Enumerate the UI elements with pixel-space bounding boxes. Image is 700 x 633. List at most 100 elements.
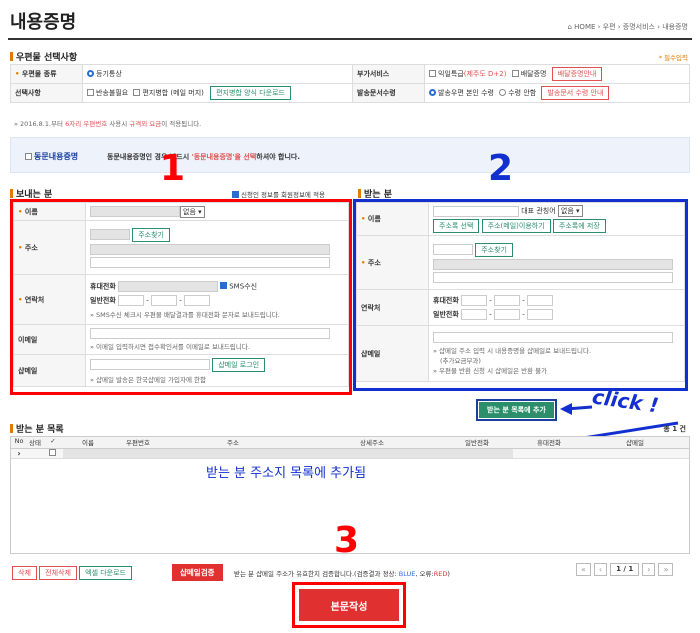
type-value[interactable]: 등기통상 xyxy=(82,64,353,84)
sender-addr-search-button[interactable]: 주소찾기 xyxy=(132,227,170,242)
receive-guide-button[interactable]: 발송문서 수령 안내 xyxy=(541,86,610,100)
required-note: * 필수입력 xyxy=(658,54,688,62)
table-row[interactable]: › xyxy=(11,449,689,459)
receiver-addr-detail-input[interactable] xyxy=(433,271,673,283)
sender-phone-3[interactable] xyxy=(183,294,210,306)
sender-shmail-label: 샵메일 xyxy=(13,354,86,387)
sender-phone-2[interactable] xyxy=(150,294,177,306)
sender-contact-label: • 연락처 xyxy=(13,274,86,325)
receiver-zip-input[interactable] xyxy=(433,244,473,255)
radio-on-icon[interactable] xyxy=(429,89,436,96)
prev-page-icon[interactable]: ‹ xyxy=(593,563,608,576)
receive-cell: 발송우편 본인 수령 수령 안함 발송문서 수령 안내 xyxy=(424,83,690,103)
extra-cell: 익일특급(제주도 D+2) 배달증명 배달증명안내 xyxy=(424,64,690,84)
receiver-shmail-cell: » 샵메일 주소 입력 시 내용증명을 샵메일로 보내드립니다. (추가요금부과… xyxy=(428,325,685,382)
sender-shmail-cell: 샵메일 로그인 » 샵메일 발송은 한국샵메일 가입자에 한함 xyxy=(85,354,349,387)
page-indicator: 1 / 1 xyxy=(610,563,640,576)
radio-icon[interactable] xyxy=(499,89,507,96)
row-checkbox-icon[interactable] xyxy=(48,449,56,456)
delete-button[interactable]: 삭제 xyxy=(12,566,37,580)
sender-name-input[interactable] xyxy=(90,206,180,217)
receive-label: 발송문서수령 xyxy=(352,83,425,103)
checkbox-icon[interactable] xyxy=(133,89,141,96)
checkbox-checked-icon[interactable] xyxy=(220,282,228,289)
sender-addr-input[interactable] xyxy=(90,243,330,255)
sender-title-select[interactable]: 없음 ▾ xyxy=(180,205,205,218)
receiver-addr-label: • 주소 xyxy=(356,235,429,290)
breadcrumb: ⌂ HOME › 우편 › 증명서비스 › 내용증명 xyxy=(567,23,688,31)
home-icon[interactable]: ⌂ xyxy=(567,23,571,31)
last-page-icon[interactable]: » xyxy=(658,563,674,576)
sender-email-cell: » 이메일 입력하시면 접수확인서를 이메일로 보내드립니다. xyxy=(85,324,349,355)
pagination: « ‹ 1 / 1 › » xyxy=(576,563,674,576)
arrowhead-icon xyxy=(560,403,572,415)
sender-addr-detail-input[interactable] xyxy=(90,256,330,268)
annotation-number-2: 2 xyxy=(488,148,514,189)
receiver-addr-search-button[interactable]: 주소찾기 xyxy=(475,242,513,257)
same-content-checkbox[interactable]: 동문내용증명 xyxy=(25,151,78,162)
receiver-shmail-input[interactable] xyxy=(433,332,673,343)
header-divider xyxy=(8,38,692,40)
checkbox-icon[interactable] xyxy=(25,153,32,160)
receiver-addr-input[interactable] xyxy=(433,258,673,270)
checkbox-icon[interactable] xyxy=(511,70,519,77)
first-page-icon[interactable]: « xyxy=(576,563,591,576)
receiver-name-input[interactable] xyxy=(433,205,519,217)
type-label: • 우편물 종류 xyxy=(10,64,83,84)
delete-all-button[interactable]: 전체삭제 xyxy=(39,566,77,580)
sender-mobile-input[interactable] xyxy=(118,280,218,292)
receiver-phone-2[interactable] xyxy=(493,309,520,320)
receiver-name-label: • 이름 xyxy=(356,202,429,236)
receiver-phone-1[interactable] xyxy=(461,309,487,320)
list-action-buttons: 삭제 전체삭제 엑셀 다운로드 xyxy=(12,566,132,580)
postal-options-table: • 우편물 종류 등기통상 부가서비스 익일특급(제주도 D+2) 배달증명 배… xyxy=(10,64,690,103)
addressbook-mail-button[interactable]: 주소(메일)이용하기 xyxy=(481,219,551,233)
sender-email-input[interactable] xyxy=(90,328,330,339)
checkbox-icon[interactable] xyxy=(429,70,436,77)
delivery-guide-button[interactable]: 배달증명안내 xyxy=(551,67,603,81)
sender-shmail-input[interactable] xyxy=(90,359,210,370)
list-header: No 상태 ✓ 이름 우편번호 주소 상세주소 일반전화 휴대전화 샵메일 xyxy=(11,437,689,449)
apply-member-info[interactable]: 신청인 정보를 회원정보에 적용 xyxy=(232,189,325,199)
radio-on-icon[interactable] xyxy=(87,70,94,77)
receiver-shmail-label: 샵메일 xyxy=(356,325,429,382)
sender-table: • 이름 없음 ▾ • 주소 주소찾기 • 연락처 휴대전화 SMS수신 일반전… xyxy=(13,202,349,387)
annotation-number-3: 3 xyxy=(334,520,360,561)
postal-section-title: 우편물 선택사항 xyxy=(10,50,77,63)
list-title: 받는 분 목록 xyxy=(10,422,64,435)
same-content-note: 동문내용증명인 경우 반드시 '동문내용증명'을 선택하셔야 합니다. xyxy=(107,153,301,161)
sender-name-label: • 이름 xyxy=(13,202,86,221)
checkbox-icon[interactable] xyxy=(87,89,94,96)
annotation-added-text: 받는 분 주소지 목록에 추가됨 xyxy=(206,466,367,481)
addressbook-save-button[interactable]: 주소록에 저장 xyxy=(552,219,606,233)
compose-button[interactable]: 본문작성 xyxy=(299,589,399,621)
list-count: 총 1 건 xyxy=(663,425,686,433)
annotation-number-1: 1 xyxy=(160,148,186,189)
option-cell: 반송불필요 편지병합 (메일 머지) 편지병합 양식 다운로드 xyxy=(82,83,353,103)
shmail-verify-button[interactable]: 샵메일검증 xyxy=(172,564,223,581)
receiver-mobile-1[interactable] xyxy=(461,295,487,306)
receiver-name-cell: 대표 관칭어 없음 ▾ 주소록 선택 주소(메일)이용하기 주소록에 저장 xyxy=(428,202,685,236)
receiver-title-select[interactable]: 없음 ▾ xyxy=(557,205,583,217)
addressbook-select-button[interactable]: 주소록 선택 xyxy=(433,219,480,233)
merge-template-button[interactable]: 편지병합 양식 다운로드 xyxy=(210,86,291,100)
receiver-contact-label: 연락처 xyxy=(356,289,429,326)
extra-label: 부가서비스 xyxy=(352,64,425,84)
sender-zip-input[interactable] xyxy=(90,229,130,240)
compose-highlight: 본문작성 xyxy=(292,582,406,628)
sender-addr-cell: 주소찾기 xyxy=(85,220,349,275)
shmail-login-button[interactable]: 샵메일 로그인 xyxy=(212,357,266,372)
same-content-box: 동문내용증명 동문내용증명인 경우 반드시 '동문내용증명'을 선택하셔야 합니… xyxy=(10,137,690,173)
checkbox-checked-icon[interactable] xyxy=(232,191,239,198)
sender-email-label: 이메일 xyxy=(13,324,86,355)
next-page-icon[interactable]: › xyxy=(642,563,656,576)
sender-phone-1[interactable] xyxy=(118,294,144,306)
receiver-contact-cell: 휴대전화 - - 일반전화 - - xyxy=(428,289,685,326)
sender-contact-cell: 휴대전화 SMS수신 일반전화 - - » SMS수신 체크시 우편물 배달결과… xyxy=(85,274,349,325)
excel-download-button[interactable]: 엑셀 다운로드 xyxy=(79,566,132,580)
receiver-phone-3[interactable] xyxy=(526,309,553,320)
receiver-mobile-2[interactable] xyxy=(493,295,520,306)
verify-note: 받는 분 샵메일 주소가 유효한지 검증합니다.(검증결과 정상: BLUE, … xyxy=(234,570,450,578)
receiver-mobile-3[interactable] xyxy=(526,295,553,306)
option-label: 선택사항 xyxy=(10,83,83,103)
